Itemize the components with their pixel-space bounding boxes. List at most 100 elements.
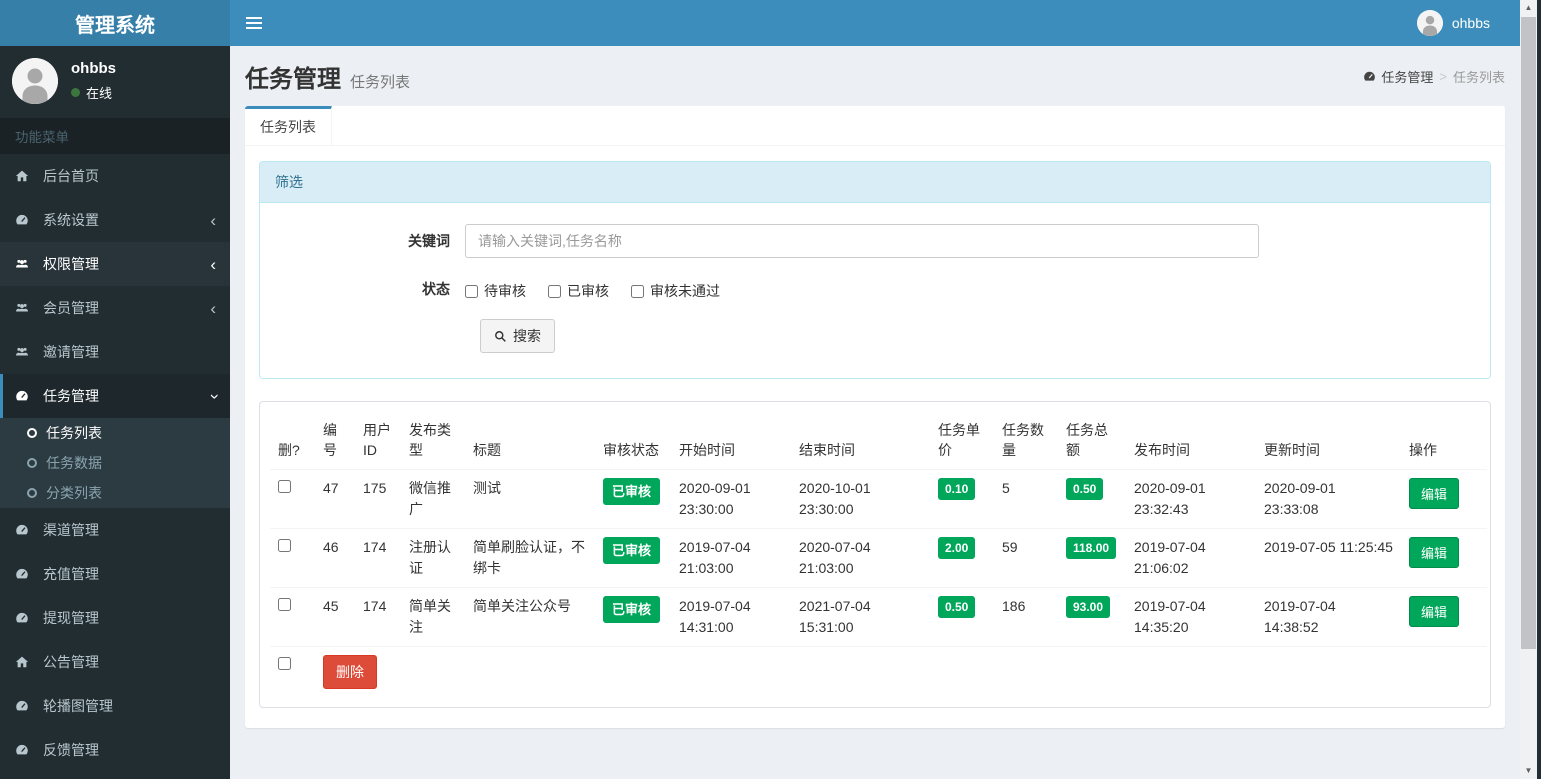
task-table: 删? 编号 用户ID 发布类型 标题 审核状态 开始时间 结束时间 任务单价 任… <box>270 412 1487 697</box>
sidebar-item-recharge[interactable]: 充值管理 <box>0 552 230 596</box>
gauge-icon <box>1364 71 1376 81</box>
status-option-rejected[interactable]: 审核未通过 <box>631 281 720 301</box>
search-button[interactable]: 搜索 <box>480 319 555 353</box>
task-published: 2019-07-04 14:35:20 <box>1126 586 1256 647</box>
sidebar-item-channels[interactable]: 渠道管理 <box>0 508 230 552</box>
task-qty: 59 <box>994 527 1058 588</box>
gauge-icon <box>15 611 35 625</box>
task-table-panel: 删? 编号 用户ID 发布类型 标题 审核状态 开始时间 结束时间 任务单价 任… <box>259 401 1491 708</box>
gauge-icon <box>15 743 35 757</box>
row-checkbox[interactable] <box>278 479 291 493</box>
task-published: 2020-09-01 23:32:43 <box>1126 468 1256 529</box>
home-icon <box>15 655 35 669</box>
gauge-icon <box>15 699 35 713</box>
task-title: 测试 <box>465 468 595 529</box>
sidebar-item-announcements[interactable]: 公告管理 <box>0 640 230 684</box>
breadcrumb-separator: > <box>1439 68 1447 84</box>
task-updated: 2020-09-01 23:33:08 <box>1256 468 1401 529</box>
task-type: 注册认证 <box>401 527 465 588</box>
task-id: 46 <box>315 527 355 588</box>
scroll-up-arrow-icon[interactable]: ▲ <box>1520 0 1537 16</box>
task-qty: 5 <box>994 468 1058 529</box>
delete-button[interactable]: 删除 <box>323 654 377 689</box>
task-qty: 186 <box>994 586 1058 647</box>
scrollbar-thumb[interactable] <box>1521 17 1536 649</box>
sidebar-toggle-button[interactable] <box>246 17 262 29</box>
select-all-checkbox[interactable] <box>278 656 291 670</box>
users-icon <box>15 257 35 271</box>
sidebar-item-invites[interactable]: 邀请管理 <box>0 330 230 374</box>
circle-icon <box>27 488 37 498</box>
col-published: 发布时间 <box>1134 442 1190 459</box>
sidebar-item-system-settings[interactable]: 系统设置 ‹ <box>0 198 230 242</box>
sidebar: ohbbs 在线 功能菜单 后台首页 系统设置 ‹ 权限管理 ‹ 会员管理 ‹ … <box>0 46 230 779</box>
tab-container: 任务列表 筛选 关键词 状态 待审核 <box>245 106 1505 728</box>
user-status: 在线 <box>71 83 116 102</box>
rejected-checkbox[interactable] <box>631 284 644 298</box>
task-start: 2019-07-04 14:31:00 <box>671 586 791 647</box>
col-total: 任务总额 <box>1066 422 1108 459</box>
col-end: 结束时间 <box>799 442 855 459</box>
sidebar-item-withdraw[interactable]: 提现管理 <box>0 596 230 640</box>
tasks-submenu: 任务列表 任务数据 分类列表 <box>0 418 230 508</box>
chevron-down-icon: ‹ <box>203 393 223 399</box>
sidebar-item-tasks[interactable]: 任务管理 ‹ <box>0 374 230 418</box>
edit-button[interactable]: 编辑 <box>1409 477 1460 509</box>
row-checkbox[interactable] <box>278 597 291 611</box>
table-row: 46 174 注册认证 简单刷脸认证，不绑卡 已审核 2019-07-04 21… <box>270 527 1487 588</box>
top-navbar: ohbbs <box>230 0 1520 46</box>
chevron-left-icon: ‹ <box>210 298 216 318</box>
sidebar-item-carousel[interactable]: 轮播图管理 <box>0 684 230 728</box>
keyword-input[interactable] <box>465 224 1259 258</box>
status-option-approved[interactable]: 已审核 <box>548 281 609 301</box>
home-icon <box>15 169 35 183</box>
sidebar-item-members[interactable]: 会员管理 ‹ <box>0 286 230 330</box>
task-title: 简单关注公众号 <box>465 586 595 647</box>
vertical-scrollbar[interactable]: ▲ ▼ <box>1520 0 1537 779</box>
table-row: 47 175 微信推广 测试 已审核 2020-09-01 23:30:00 2… <box>270 468 1487 529</box>
total-badge: 0.50 <box>1066 477 1104 500</box>
col-delete: 删? <box>278 442 300 459</box>
search-icon <box>495 330 506 342</box>
app-logo[interactable]: 管理系统 <box>0 0 230 46</box>
total-badge: 93.00 <box>1066 595 1111 618</box>
task-user-id: 174 <box>355 586 401 647</box>
col-user-id: 用户ID <box>363 422 391 459</box>
sidebar-item-feedback[interactable]: 反馈管理 <box>0 728 230 772</box>
col-type: 发布类型 <box>409 422 451 459</box>
gauge-icon <box>15 567 35 581</box>
status-badge: 已审核 <box>603 595 661 624</box>
task-start: 2020-09-01 23:30:00 <box>671 468 791 529</box>
scroll-down-arrow-icon[interactable]: ▼ <box>1520 763 1537 779</box>
status-badge: 已审核 <box>603 477 661 506</box>
sidebar-item-category-list[interactable]: 分类列表 <box>0 478 230 508</box>
pending-checkbox[interactable] <box>465 284 478 298</box>
price-badge: 0.10 <box>938 477 976 500</box>
sidebar-item-task-data[interactable]: 任务数据 <box>0 448 230 478</box>
col-status: 审核状态 <box>603 442 659 459</box>
sidebar-user-panel: ohbbs 在线 <box>0 46 230 118</box>
col-actions: 操作 <box>1409 442 1437 459</box>
navbar-user-menu[interactable]: ohbbs <box>1416 10 1490 36</box>
edit-button[interactable]: 编辑 <box>1409 536 1460 568</box>
user-avatar <box>1416 10 1443 36</box>
breadcrumb-parent[interactable]: 任务管理 <box>1363 67 1433 86</box>
row-checkbox[interactable] <box>278 538 291 552</box>
sidebar-item-permissions[interactable]: 权限管理 ‹ <box>0 242 230 286</box>
task-title: 简单刷脸认证，不绑卡 <box>465 527 595 588</box>
tab-task-list[interactable]: 任务列表 <box>245 106 332 145</box>
approved-checkbox[interactable] <box>548 284 561 298</box>
sidebar-item-home[interactable]: 后台首页 <box>0 154 230 198</box>
main-content: 任务管理 任务列表 任务管理 > 任务列表 任务列表 筛选 关键词 请输入关键词… <box>230 46 1520 779</box>
price-badge: 0.50 <box>938 595 976 618</box>
status-option-pending[interactable]: 待审核 <box>465 281 526 301</box>
tab-nav: 任务列表 <box>245 106 1505 146</box>
keyword-label: 关键词 <box>408 233 450 249</box>
edit-button[interactable]: 编辑 <box>1409 595 1460 627</box>
sidebar-item-task-list[interactable]: 任务列表 <box>0 418 230 448</box>
table-header-row: 删? 编号 用户ID 发布类型 标题 审核状态 开始时间 结束时间 任务单价 任… <box>270 412 1487 470</box>
table-row: 45 174 简单关注 简单关注公众号 已审核 2019-07-04 14:31… <box>270 586 1487 647</box>
task-id: 47 <box>315 468 355 529</box>
col-id: 编号 <box>323 422 337 459</box>
page-subtitle: 任务列表 <box>350 73 411 91</box>
